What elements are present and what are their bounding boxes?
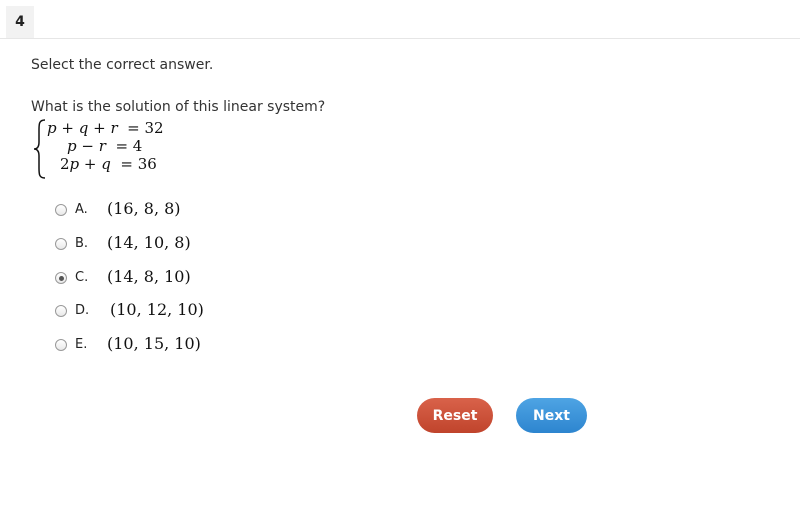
eq1-op-1: + xyxy=(56,119,79,137)
question-number: 4 xyxy=(6,6,34,38)
eq3-var-q: q xyxy=(101,155,111,173)
option-a[interactable]: A. (16, 8, 8) xyxy=(55,196,255,226)
eq2-equals: = xyxy=(110,137,133,155)
eq1-rhs: 32 xyxy=(144,119,164,137)
question-prompt: What is the solution of this linear syst… xyxy=(31,99,326,115)
eq2-var-r: r xyxy=(98,137,106,155)
option-d-radio[interactable] xyxy=(55,305,67,317)
equation-2: p − r = 4 xyxy=(67,137,142,155)
eq2-op-1: − xyxy=(76,137,99,155)
option-c-radio[interactable] xyxy=(55,272,67,284)
option-b[interactable]: B. (14, 10, 8) xyxy=(55,230,255,260)
option-e-letter: E. xyxy=(75,337,88,352)
eq1-var-p: p xyxy=(47,119,57,137)
eq1-var-q: q xyxy=(78,119,89,137)
instruction-text: Select the correct answer. xyxy=(31,57,214,73)
option-d-letter: D. xyxy=(75,303,90,318)
option-a-value: (16, 8, 8) xyxy=(107,199,181,218)
option-e-value: (10, 15, 10) xyxy=(107,334,201,353)
eq3-coef: 2 xyxy=(60,155,70,173)
left-brace-icon xyxy=(33,119,46,179)
option-c-letter: C. xyxy=(75,270,89,285)
eq2-rhs: 4 xyxy=(132,137,143,155)
eq2-var-p: p xyxy=(67,137,77,155)
eq1-equals: = xyxy=(122,119,145,137)
eq3-op-1: + xyxy=(79,155,102,173)
option-d[interactable]: D. (10, 12, 10) xyxy=(55,297,255,327)
eq1-op-2: + xyxy=(88,119,111,137)
eq1-var-r: r xyxy=(110,119,118,137)
option-e-radio[interactable] xyxy=(55,339,67,351)
option-d-value: (10, 12, 10) xyxy=(110,300,204,319)
option-b-letter: B. xyxy=(75,236,89,251)
eq3-rhs: 36 xyxy=(137,155,157,173)
option-c-value: (14, 8, 10) xyxy=(107,267,191,286)
option-e[interactable]: E. (10, 15, 10) xyxy=(55,331,255,361)
option-a-radio[interactable] xyxy=(55,204,67,216)
option-b-value: (14, 10, 8) xyxy=(107,233,191,252)
eq3-var-p: p xyxy=(69,155,80,173)
equation-1: p + q + r = 32 xyxy=(47,119,164,137)
option-b-radio[interactable] xyxy=(55,238,67,250)
question-header: 4 xyxy=(0,0,800,39)
equation-3: 2p + q = 36 xyxy=(60,155,157,173)
eq3-equals: = xyxy=(115,155,138,173)
linear-system: p + q + r = 32 p − r = 4 2p + q = 36 xyxy=(33,118,193,180)
option-c[interactable]: C. (14, 8, 10) xyxy=(55,264,255,294)
next-button[interactable]: Next xyxy=(516,398,587,433)
option-a-letter: A. xyxy=(75,202,88,217)
reset-button[interactable]: Reset xyxy=(417,398,493,433)
